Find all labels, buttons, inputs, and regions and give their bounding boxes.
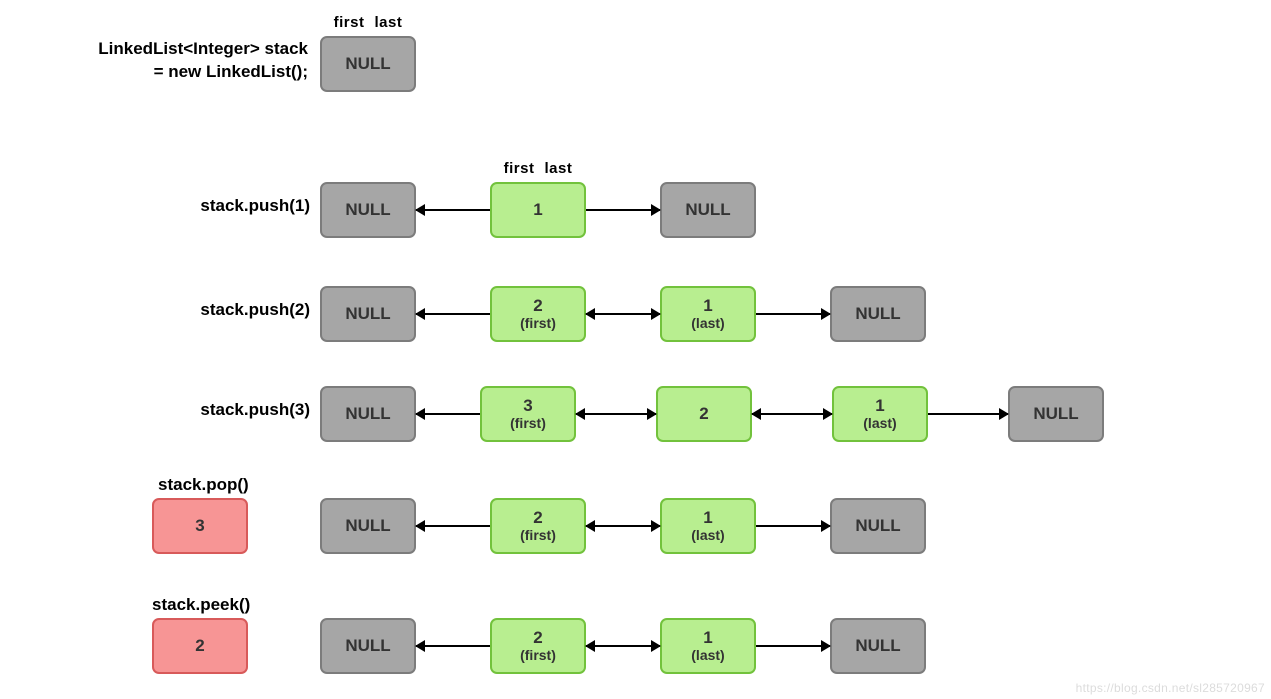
row-push-3-label: stack.push(3) <box>150 400 310 420</box>
arrow-right <box>586 209 660 211</box>
node-1-last: 1 (last) <box>660 618 756 674</box>
node-sub: (first) <box>520 527 556 543</box>
node-sub: (first) <box>520 315 556 331</box>
node-1: first last 1 <box>490 182 586 238</box>
arrow-right <box>756 645 830 647</box>
result-value: 2 <box>195 637 204 656</box>
arrow-right <box>756 525 830 527</box>
first-label: first <box>334 14 365 31</box>
null-text: NULL <box>855 305 900 324</box>
row-pop-nodes: NULL 2 (first) 1 (last) NULL <box>320 498 926 554</box>
node-sub: (last) <box>691 527 724 543</box>
node-value: 1 <box>703 509 712 528</box>
arrow-right <box>928 413 1008 415</box>
result-value: 3 <box>195 517 204 536</box>
row-push-2-label: stack.push(2) <box>150 300 310 320</box>
arrow-both <box>752 413 832 415</box>
row-push-3-nodes: NULL 3 (first) 2 1 (last) NULL <box>320 386 1104 442</box>
result-node: 2 <box>152 618 248 674</box>
pointer-labels: first last <box>492 160 584 177</box>
null-text: NULL <box>345 637 390 656</box>
row-peek-nodes: NULL 2 (first) 1 (last) NULL <box>320 618 926 674</box>
null-text: NULL <box>685 201 730 220</box>
node-value: 1 <box>703 297 712 316</box>
declaration-text: LinkedList<Integer> stack = new LinkedLi… <box>18 38 308 84</box>
null-node: NULL <box>830 618 926 674</box>
node-2-first: 2 (first) <box>490 618 586 674</box>
row-push-1-label: stack.push(1) <box>150 196 310 216</box>
null-text: NULL <box>855 637 900 656</box>
null-node: NULL <box>320 386 416 442</box>
row-peek-result: 2 <box>152 618 248 674</box>
null-node: NULL <box>830 498 926 554</box>
null-text: NULL <box>345 201 390 220</box>
node-3-first: 3 (first) <box>480 386 576 442</box>
pointer-labels: first last <box>322 14 414 31</box>
null-node: NULL <box>660 182 756 238</box>
arrow-left <box>416 645 490 647</box>
null-node: first last NULL <box>320 36 416 92</box>
result-node: 3 <box>152 498 248 554</box>
node-2-first: 2 (first) <box>490 498 586 554</box>
op-label: stack.peek() <box>152 595 250 615</box>
op-label: stack.push(3) <box>150 400 310 420</box>
node-value: 3 <box>523 397 532 416</box>
node-sub: (first) <box>520 647 556 663</box>
row-declaration-nodes: first last NULL <box>320 36 416 92</box>
node-1-last: 1 (last) <box>832 386 928 442</box>
node-1-last: 1 (last) <box>660 286 756 342</box>
arrow-right <box>756 313 830 315</box>
node-value: 2 <box>533 629 542 648</box>
row-declaration: LinkedList<Integer> stack = new LinkedLi… <box>18 38 308 84</box>
null-node: NULL <box>1008 386 1104 442</box>
first-label: first <box>504 160 535 177</box>
null-text: NULL <box>345 305 390 324</box>
arrow-left <box>416 209 490 211</box>
node-2: 2 <box>656 386 752 442</box>
node-value: 1 <box>703 629 712 648</box>
node-value: 1 <box>875 397 884 416</box>
row-pop-result: 3 <box>152 498 248 554</box>
node-sub: (last) <box>691 647 724 663</box>
null-text: NULL <box>1033 405 1078 424</box>
op-label: stack.push(1) <box>150 196 310 216</box>
arrow-both <box>586 525 660 527</box>
row-pop-label: stack.pop() <box>158 475 249 495</box>
null-node: NULL <box>320 498 416 554</box>
null-text: NULL <box>345 405 390 424</box>
arrow-both <box>576 413 656 415</box>
null-node: NULL <box>320 182 416 238</box>
null-text: NULL <box>345 517 390 536</box>
row-push-1-nodes: NULL first last 1 NULL <box>320 182 756 238</box>
arrow-left <box>416 313 490 315</box>
arrow-left <box>416 525 490 527</box>
node-value: 2 <box>533 297 542 316</box>
node-1-last: 1 (last) <box>660 498 756 554</box>
arrow-left <box>416 413 480 415</box>
row-push-2-nodes: NULL 2 (first) 1 (last) NULL <box>320 286 926 342</box>
op-label: stack.push(2) <box>150 300 310 320</box>
last-label: last <box>544 160 572 177</box>
node-value: 2 <box>533 509 542 528</box>
watermark: https://blog.csdn.net/sl285720967 <box>1076 681 1265 695</box>
node-sub: (first) <box>510 415 546 431</box>
node-value: 2 <box>699 405 708 424</box>
null-text: NULL <box>345 55 390 74</box>
op-label: stack.pop() <box>158 475 249 495</box>
node-sub: (last) <box>691 315 724 331</box>
null-node: NULL <box>320 286 416 342</box>
null-text: NULL <box>855 517 900 536</box>
row-peek-label: stack.peek() <box>152 595 250 615</box>
node-value: 1 <box>533 201 542 220</box>
null-node: NULL <box>830 286 926 342</box>
arrow-both <box>586 313 660 315</box>
arrow-both <box>586 645 660 647</box>
last-label: last <box>374 14 402 31</box>
node-2-first: 2 (first) <box>490 286 586 342</box>
node-sub: (last) <box>863 415 896 431</box>
null-node: NULL <box>320 618 416 674</box>
